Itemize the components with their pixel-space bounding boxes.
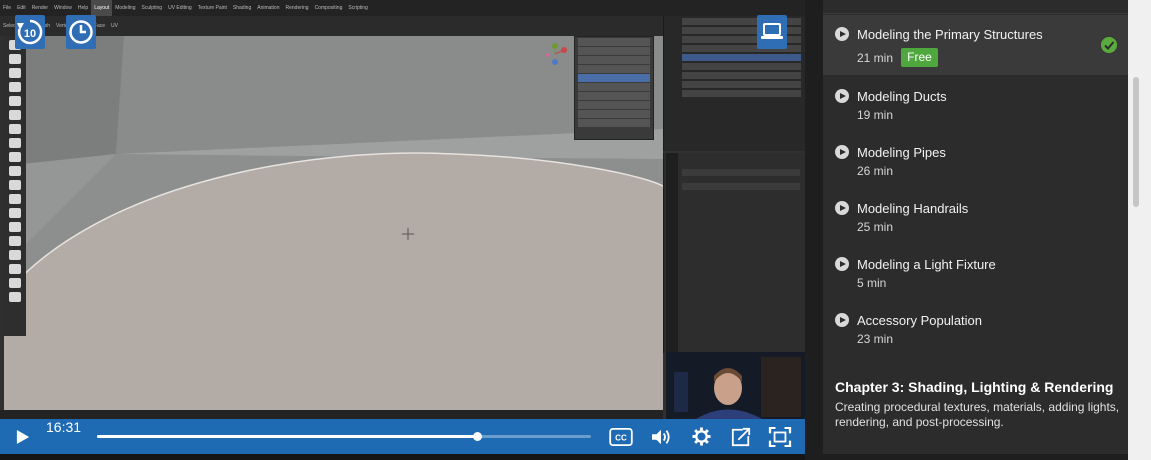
chapter-title: Chapter 3: Shading, Lighting & Rendering — [835, 379, 1114, 395]
gear-icon — [691, 427, 711, 446]
lesson-duration: 26 min — [857, 164, 894, 178]
closed-captions-icon: CC — [609, 427, 633, 446]
share-icon — [731, 427, 751, 446]
lesson-duration: 25 min — [857, 220, 894, 234]
navigation-gizmo-icon — [546, 43, 567, 65]
play-icon — [16, 429, 30, 444]
progress-handle[interactable] — [473, 432, 483, 441]
cc-label: CC — [615, 433, 627, 442]
blender-toolbar — [4, 36, 26, 336]
play-circle-icon — [835, 27, 849, 41]
volume-icon — [652, 429, 670, 444]
presenter-image — [666, 352, 805, 419]
lesson-title: Modeling Handrails — [857, 201, 969, 216]
rewind-10-label: 10 — [24, 28, 36, 40]
blender-properties-panel — [663, 153, 805, 353]
lesson-title: Modeling Pipes — [857, 145, 946, 160]
play-circle-icon — [835, 145, 849, 159]
play-circle-icon — [835, 257, 849, 271]
fullscreen-icon — [768, 426, 792, 447]
course-panel-top — [823, 0, 1128, 14]
fullscreen-button[interactable] — [767, 419, 793, 454]
rewind-10-button[interactable]: 10 — [15, 15, 45, 49]
blender-3d-viewport — [4, 36, 663, 410]
lesson-duration: 23 min — [857, 332, 894, 346]
course-scrollbar[interactable] — [1128, 0, 1151, 460]
clock-icon — [69, 20, 93, 44]
panel-gap — [805, 0, 823, 454]
chapter-description: Creating procedural textures, materials,… — [835, 400, 1120, 429]
lesson-item-current[interactable]: Modeling the Primary Structures 21 min F… — [823, 15, 1128, 75]
volume-button[interactable] — [648, 419, 674, 454]
play-circle-icon — [835, 89, 849, 103]
share-button[interactable] — [728, 419, 754, 454]
video-player[interactable]: File Edit Render Window Help Layout Modeling Sc… — [0, 0, 805, 460]
laptop-icon — [761, 23, 783, 39]
course-panel-bottom — [805, 454, 1128, 460]
lesson-item[interactable]: Modeling Ducts 19 min — [823, 87, 1128, 143]
lesson-duration: 21 min — [857, 51, 894, 65]
lesson-item[interactable]: Modeling Handrails 25 min — [823, 199, 1128, 255]
rewind-10-icon: 10 — [17, 19, 43, 45]
lesson-duration: 19 min — [857, 108, 894, 122]
play-circle-icon — [835, 313, 849, 327]
lesson-title: Accessory Population — [857, 313, 983, 328]
free-badge: Free — [901, 48, 938, 67]
player-control-bar: 16:31 CC — [0, 419, 805, 454]
blender-transform-panel — [574, 36, 654, 140]
course-scrollbar-thumb[interactable] — [1133, 77, 1139, 207]
viewport-scene — [4, 36, 663, 410]
progress-bar[interactable] — [97, 432, 591, 441]
course-outline-panel: Modeling the Primary Structures 21 min F… — [823, 0, 1128, 454]
lesson-item[interactable]: Modeling Pipes 26 min — [823, 143, 1128, 199]
lesson-item[interactable]: Modeling a Light Fixture 5 min — [823, 255, 1128, 311]
progress-fill — [97, 435, 478, 438]
webcam-overlay — [666, 352, 805, 419]
lesson-duration: 5 min — [857, 276, 887, 290]
lesson-title: Modeling a Light Fixture — [857, 257, 996, 272]
blender-menubar: File Edit Render Window Help Layout Modeling Sc… — [0, 0, 805, 16]
check-circle-icon — [1101, 37, 1117, 53]
play-circle-icon — [835, 201, 849, 215]
lesson-title: Modeling Ducts — [857, 89, 947, 104]
settings-button[interactable] — [688, 419, 714, 454]
lesson-item[interactable]: Accessory Population 23 min — [823, 311, 1128, 367]
clock-button[interactable] — [66, 15, 96, 49]
play-button[interactable] — [10, 419, 36, 454]
blender-timeline — [0, 410, 663, 419]
lesson-title: Modeling the Primary Structures — [857, 27, 1043, 42]
player-bottom-edge — [0, 454, 805, 460]
video-frame[interactable]: File Edit Render Window Help Layout Modeling Sc… — [0, 0, 805, 419]
screen-mode-button[interactable] — [757, 15, 787, 49]
closed-captions-button[interactable]: CC — [608, 419, 634, 454]
current-time: 16:31 — [46, 419, 82, 435]
blender-viewport-header: SelectAddMeshVertexEdgeFaceUV — [0, 16, 663, 36]
